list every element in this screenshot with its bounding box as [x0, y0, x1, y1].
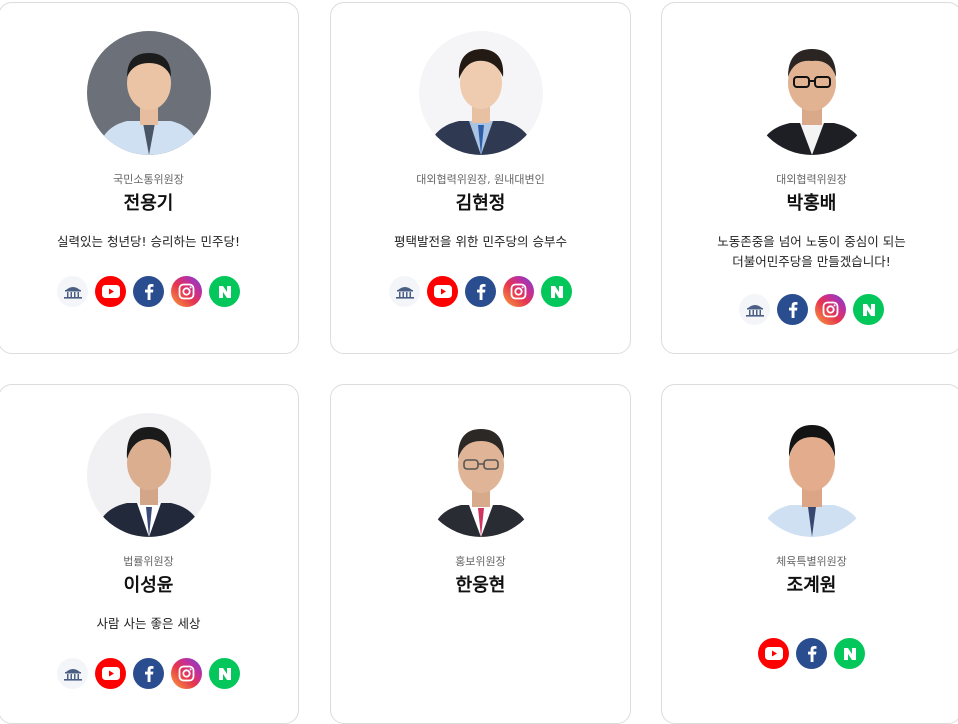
facebook-icon[interactable]: [777, 294, 808, 325]
facebook-icon[interactable]: [796, 638, 827, 669]
youtube-icon[interactable]: [95, 658, 126, 689]
youtube-icon[interactable]: [427, 276, 458, 307]
social-links: [0, 658, 298, 689]
assembly-icon[interactable]: [57, 276, 88, 307]
naver-icon[interactable]: [541, 276, 572, 307]
instagram-icon[interactable]: [171, 658, 202, 689]
member-role: 홍보위원장: [455, 555, 506, 568]
member-name: 박홍배: [786, 193, 837, 214]
member-slogan: 노동존중을 넘어 노동이 중심이 되는더불어민주당을 만들겠습니다!: [672, 232, 951, 272]
member-card: 홍보위원장 한웅현: [330, 384, 631, 724]
member-name: 전용기: [123, 193, 174, 214]
profile-photo[interactable]: [749, 31, 874, 155]
member-name: 한웅현: [455, 575, 506, 596]
instagram-icon[interactable]: [815, 294, 846, 325]
social-links: [662, 294, 958, 325]
member-name: 김현정: [455, 193, 506, 214]
social-links: [0, 276, 298, 307]
slogan-line: 노동존중을 넘어 노동이 중심이 되는: [717, 234, 906, 249]
member-slogan: 평택발전을 위한 민주당의 승부수: [341, 232, 620, 252]
profile-photo[interactable]: [86, 31, 211, 155]
facebook-icon[interactable]: [133, 276, 164, 307]
naver-icon[interactable]: [209, 658, 240, 689]
member-name: 조계원: [786, 575, 837, 596]
slogan-line: 사람 사는 좋은 세상: [96, 616, 201, 631]
assembly-icon[interactable]: [739, 294, 770, 325]
naver-icon[interactable]: [209, 276, 240, 307]
member-name: 이성윤: [123, 575, 174, 596]
member-card: 법률위원장 이성윤 사람 사는 좋은 세상: [0, 384, 299, 724]
instagram-icon[interactable]: [171, 276, 202, 307]
member-role: 대외협력위원장, 원내대변인: [416, 173, 545, 186]
assembly-icon[interactable]: [57, 658, 88, 689]
profile-photo[interactable]: [749, 413, 874, 537]
social-links: [331, 276, 630, 307]
member-slogan: 실력있는 청년당! 승리하는 민주당!: [9, 232, 288, 252]
member-card: 체육특별위원장 조계원: [661, 384, 958, 724]
profile-photo[interactable]: [86, 413, 211, 537]
slogan-line: 평택발전을 위한 민주당의 승부수: [394, 234, 567, 249]
member-card: 대외협력위원장 박홍배 노동존중을 넘어 노동이 중심이 되는더불어민주당을 만…: [661, 2, 958, 354]
member-slogan: 사람 사는 좋은 세상: [9, 614, 288, 634]
member-role: 법률위원장: [123, 555, 174, 568]
naver-icon[interactable]: [834, 638, 865, 669]
youtube-icon[interactable]: [95, 276, 126, 307]
slogan-line: 더불어민주당을 만들겠습니다!: [732, 254, 891, 269]
facebook-icon[interactable]: [465, 276, 496, 307]
member-role: 국민소통위원장: [113, 173, 184, 186]
instagram-icon[interactable]: [503, 276, 534, 307]
slogan-line: 실력있는 청년당! 승리하는 민주당!: [57, 234, 240, 249]
member-role: 체육특별위원장: [776, 555, 847, 568]
profile-photo[interactable]: [418, 31, 543, 155]
assembly-icon[interactable]: [389, 276, 420, 307]
facebook-icon[interactable]: [133, 658, 164, 689]
profile-photo[interactable]: [418, 413, 543, 537]
naver-icon[interactable]: [853, 294, 884, 325]
member-role: 대외협력위원장: [776, 173, 847, 186]
member-card: 대외협력위원장, 원내대변인 김현정 평택발전을 위한 민주당의 승부수: [330, 2, 631, 354]
social-links: [662, 638, 958, 669]
member-card: 국민소통위원장 전용기 실력있는 청년당! 승리하는 민주당!: [0, 2, 299, 354]
youtube-icon[interactable]: [758, 638, 789, 669]
